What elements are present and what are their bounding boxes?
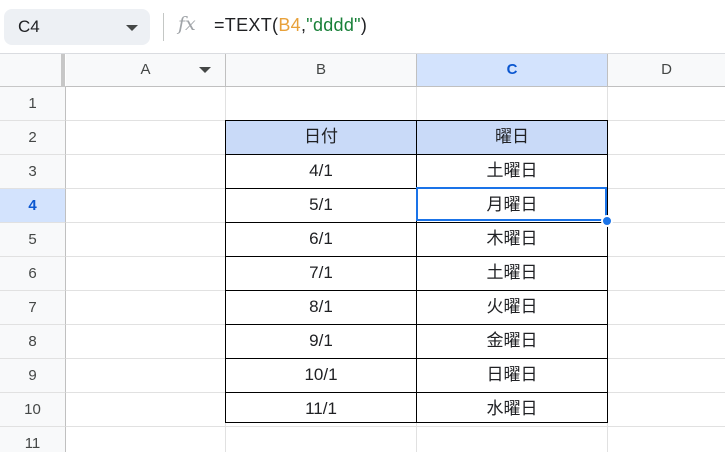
table-cell-weekday-selected[interactable]: 月曜日 [417,189,608,223]
row-header-10[interactable]: 10 [0,393,66,427]
formula-string-argument: "dddd" [306,15,361,35]
select-all-corner[interactable] [0,54,66,90]
table-cell-date[interactable]: 5/1 [226,189,417,223]
table-cell-date[interactable]: 6/1 [226,223,417,257]
chevron-down-icon[interactable] [126,25,138,31]
gridline [66,426,725,427]
fill-handle[interactable] [601,215,613,227]
name-box[interactable]: C4 [4,9,150,45]
table-header-date[interactable]: 日付 [226,121,417,155]
table-cell-weekday[interactable]: 火曜日 [417,291,608,325]
table-cell-weekday[interactable]: 土曜日 [417,257,608,291]
column-header-d[interactable]: D [608,54,725,87]
row-header-8[interactable]: 8 [0,325,66,359]
fx-icon: fx [178,13,196,35]
name-box-value: C4 [18,17,40,36]
row-header-1[interactable]: 1 [0,87,66,121]
row-header-5[interactable]: 5 [0,223,66,257]
formula-bar: C4 fx =TEXT(B4,"dddd") [0,0,725,54]
table-cell-date[interactable]: 7/1 [226,257,417,291]
row-header-6[interactable]: 6 [0,257,66,291]
formula-cell-reference: B4 [278,15,301,35]
table-cell-weekday[interactable]: 木曜日 [417,223,608,257]
column-header-c[interactable]: C [417,54,608,87]
column-menu-chevron-icon[interactable] [199,67,211,73]
row-header-2[interactable]: 2 [0,121,66,155]
table-cell-weekday[interactable]: 水曜日 [417,393,608,423]
table-cell-weekday[interactable]: 金曜日 [417,325,608,359]
row-header-3[interactable]: 3 [0,155,66,189]
formula-suffix: ) [360,15,368,35]
formula-prefix: =TEXT( [214,15,279,35]
formula-bar-divider [163,13,164,41]
row-header-4[interactable]: 4 [0,189,66,223]
table-header-weekday[interactable]: 曜日 [417,121,608,155]
table-cell-weekday[interactable]: 土曜日 [417,155,608,189]
table-cell-date[interactable]: 11/1 [226,393,417,423]
row-header-7[interactable]: 7 [0,291,66,325]
formula-input[interactable]: =TEXT(B4,"dddd") [214,15,367,36]
frozen-column-handle[interactable] [61,54,65,87]
column-header-b[interactable]: B [226,54,417,87]
table-cell-date[interactable]: 10/1 [226,359,417,393]
column-header-a[interactable]: A [66,54,226,87]
row-header-9[interactable]: 9 [0,359,66,393]
table-cell-date[interactable]: 9/1 [226,325,417,359]
table-cell-date[interactable]: 8/1 [226,291,417,325]
row-header-11[interactable]: 11 [0,427,66,452]
table-cell-weekday[interactable]: 日曜日 [417,359,608,393]
table-cell-date[interactable]: 4/1 [226,155,417,189]
